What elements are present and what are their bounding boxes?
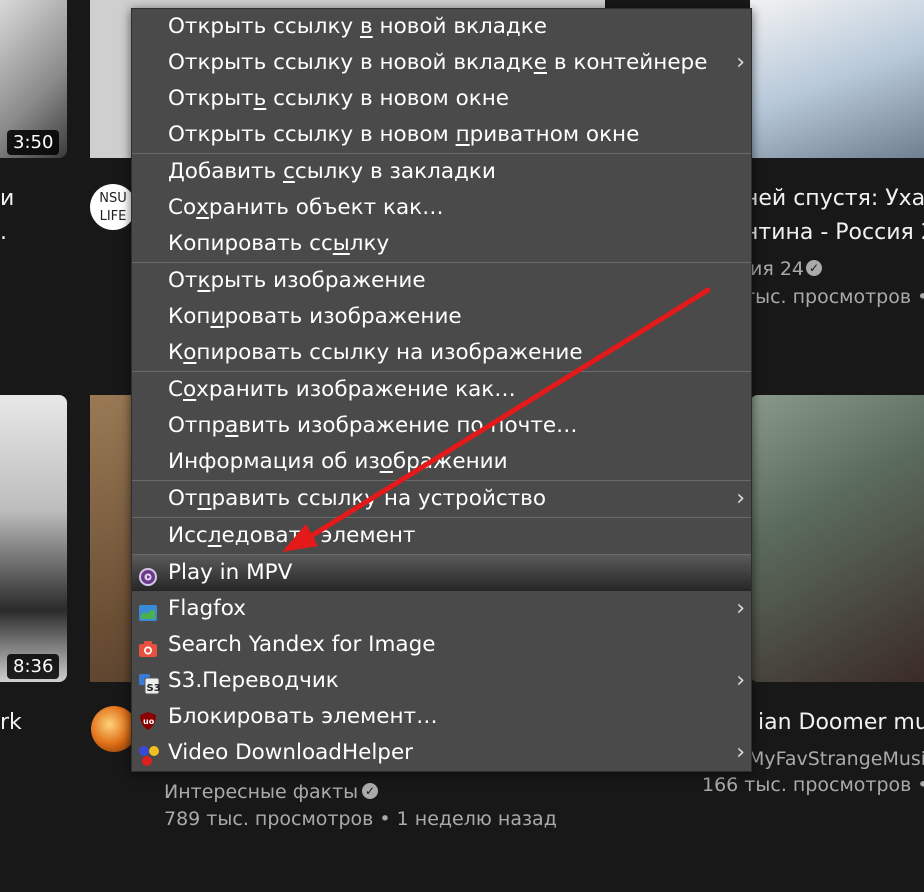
annotation-arrow <box>282 287 711 552</box>
